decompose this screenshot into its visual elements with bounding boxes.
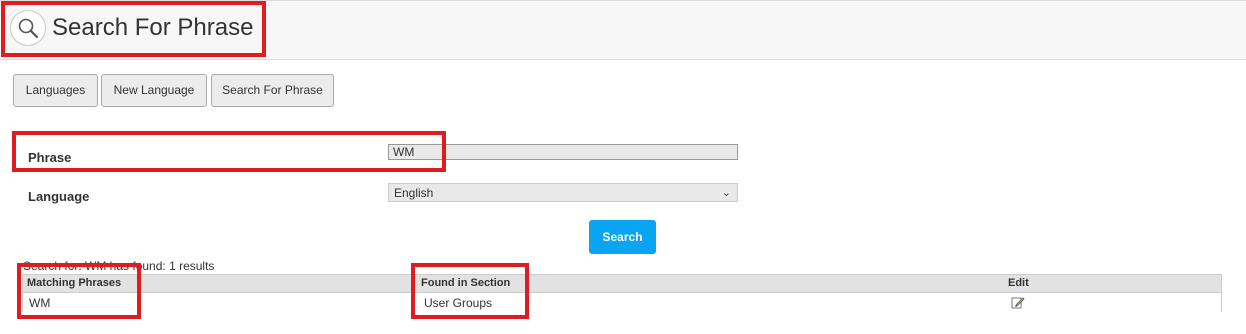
language-label: Language [28,189,90,204]
page: Search For Phrase Languages New Language… [0,0,1246,334]
languages-button[interactable]: Languages [13,74,98,107]
results-table: Matching Phrases Found in Section Edit W… [22,274,1222,312]
table-header: Matching Phrases Found in Section Edit [23,275,1221,293]
search-for-phrase-button[interactable]: Search For Phrase [211,74,334,107]
annotation-box-matching-phrases [17,263,141,319]
column-header-edit: Edit [1008,277,1029,289]
new-language-button[interactable]: New Language [101,74,207,107]
annotation-box-found-in-section [411,263,529,319]
search-button[interactable]: Search [589,220,656,254]
edit-pencil-icon[interactable] [1011,295,1025,309]
annotation-box-phrase [12,131,446,172]
chevron-down-icon: ⌄ [721,187,731,199]
annotation-box-title [1,1,266,57]
language-select[interactable]: English ⌄ [388,183,738,202]
language-selected-value: English [394,186,434,200]
table-row: WM User Groups [23,293,1221,312]
